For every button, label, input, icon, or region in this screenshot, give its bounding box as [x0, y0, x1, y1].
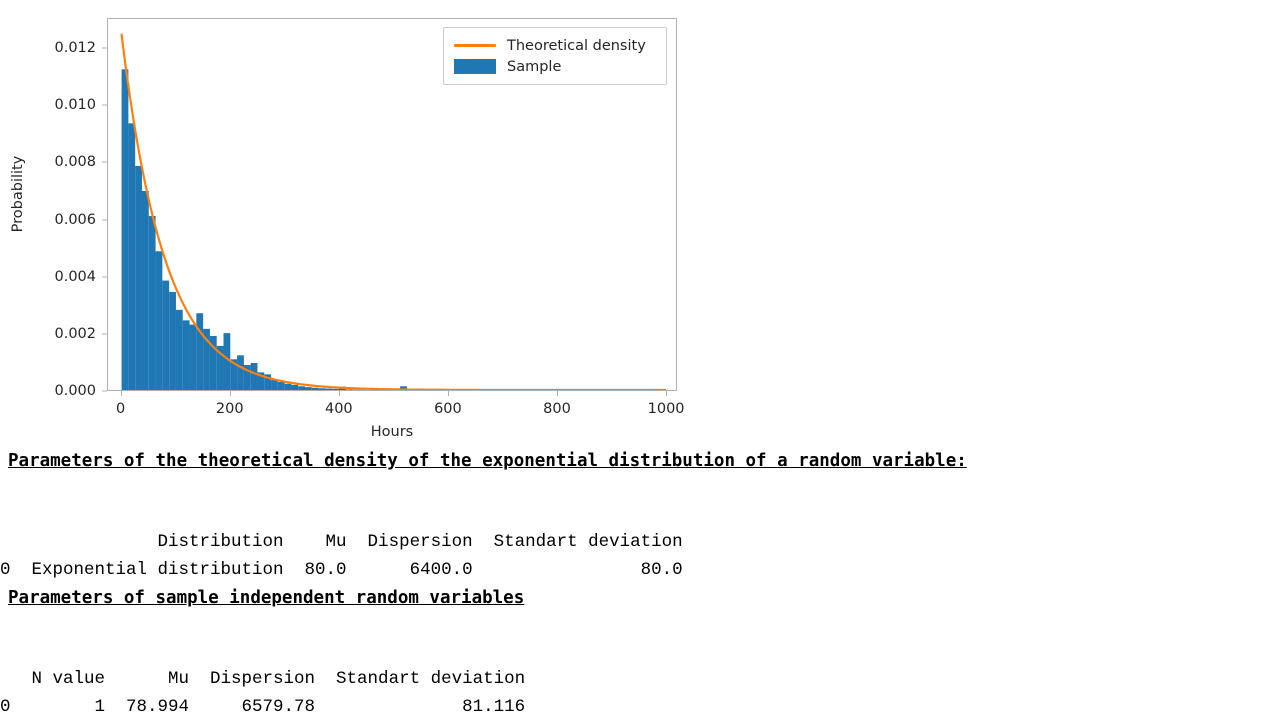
x-tick-label: 200: [216, 401, 244, 417]
sample-parameters-table: N value Mu Dispersion Standart deviation…: [0, 665, 525, 721]
x-tick-mark: [448, 391, 449, 396]
x-tick-mark: [557, 391, 558, 396]
theoretical-parameters-table: Distribution Mu Dispersion Standart devi…: [0, 528, 683, 585]
legend-patch-icon: [454, 58, 496, 76]
y-tick-label: 0.000: [54, 383, 96, 399]
x-tick-mark: [121, 391, 122, 396]
y-tick-label: 0.006: [54, 212, 96, 228]
y-tick-label: 0.012: [54, 40, 96, 56]
histogram-figure: 0.000 0.002 0.004 0.006 0.008 0.010 0.012 Prob…: [0, 0, 700, 440]
x-tick-label: 800: [543, 401, 571, 417]
legend-item-theoretical-density: Theoretical density: [454, 35, 654, 56]
x-tick-label: 400: [325, 401, 353, 417]
y-axis-label: Probability: [10, 29, 26, 359]
density-polyline: [122, 35, 666, 390]
x-tick-label: 600: [434, 401, 462, 417]
legend-line-icon: [454, 37, 496, 55]
y-tick-label: 0.008: [54, 154, 96, 170]
y-tick-label: 0.002: [54, 326, 96, 342]
x-tick-mark: [230, 391, 231, 396]
x-tick-mark: [339, 391, 340, 396]
x-tick-mark: [666, 391, 667, 396]
x-axis-label: Hours: [107, 424, 677, 440]
y-tick-label: 0.004: [54, 269, 96, 285]
theoretical-parameters-heading: Parameters of the theoretical density of…: [8, 453, 967, 471]
legend-item-sample: Sample: [454, 56, 654, 77]
legend-label-theoretical-density: Theoretical density: [507, 38, 646, 54]
sample-parameters-heading: Parameters of sample independent random …: [8, 590, 524, 608]
chart-legend: Theoretical density Sample: [443, 27, 667, 85]
legend-label-sample: Sample: [507, 59, 561, 75]
x-tick-label: 0: [116, 401, 125, 417]
x-tick-label: 1000: [648, 401, 685, 417]
y-tick-label: 0.010: [54, 97, 96, 113]
